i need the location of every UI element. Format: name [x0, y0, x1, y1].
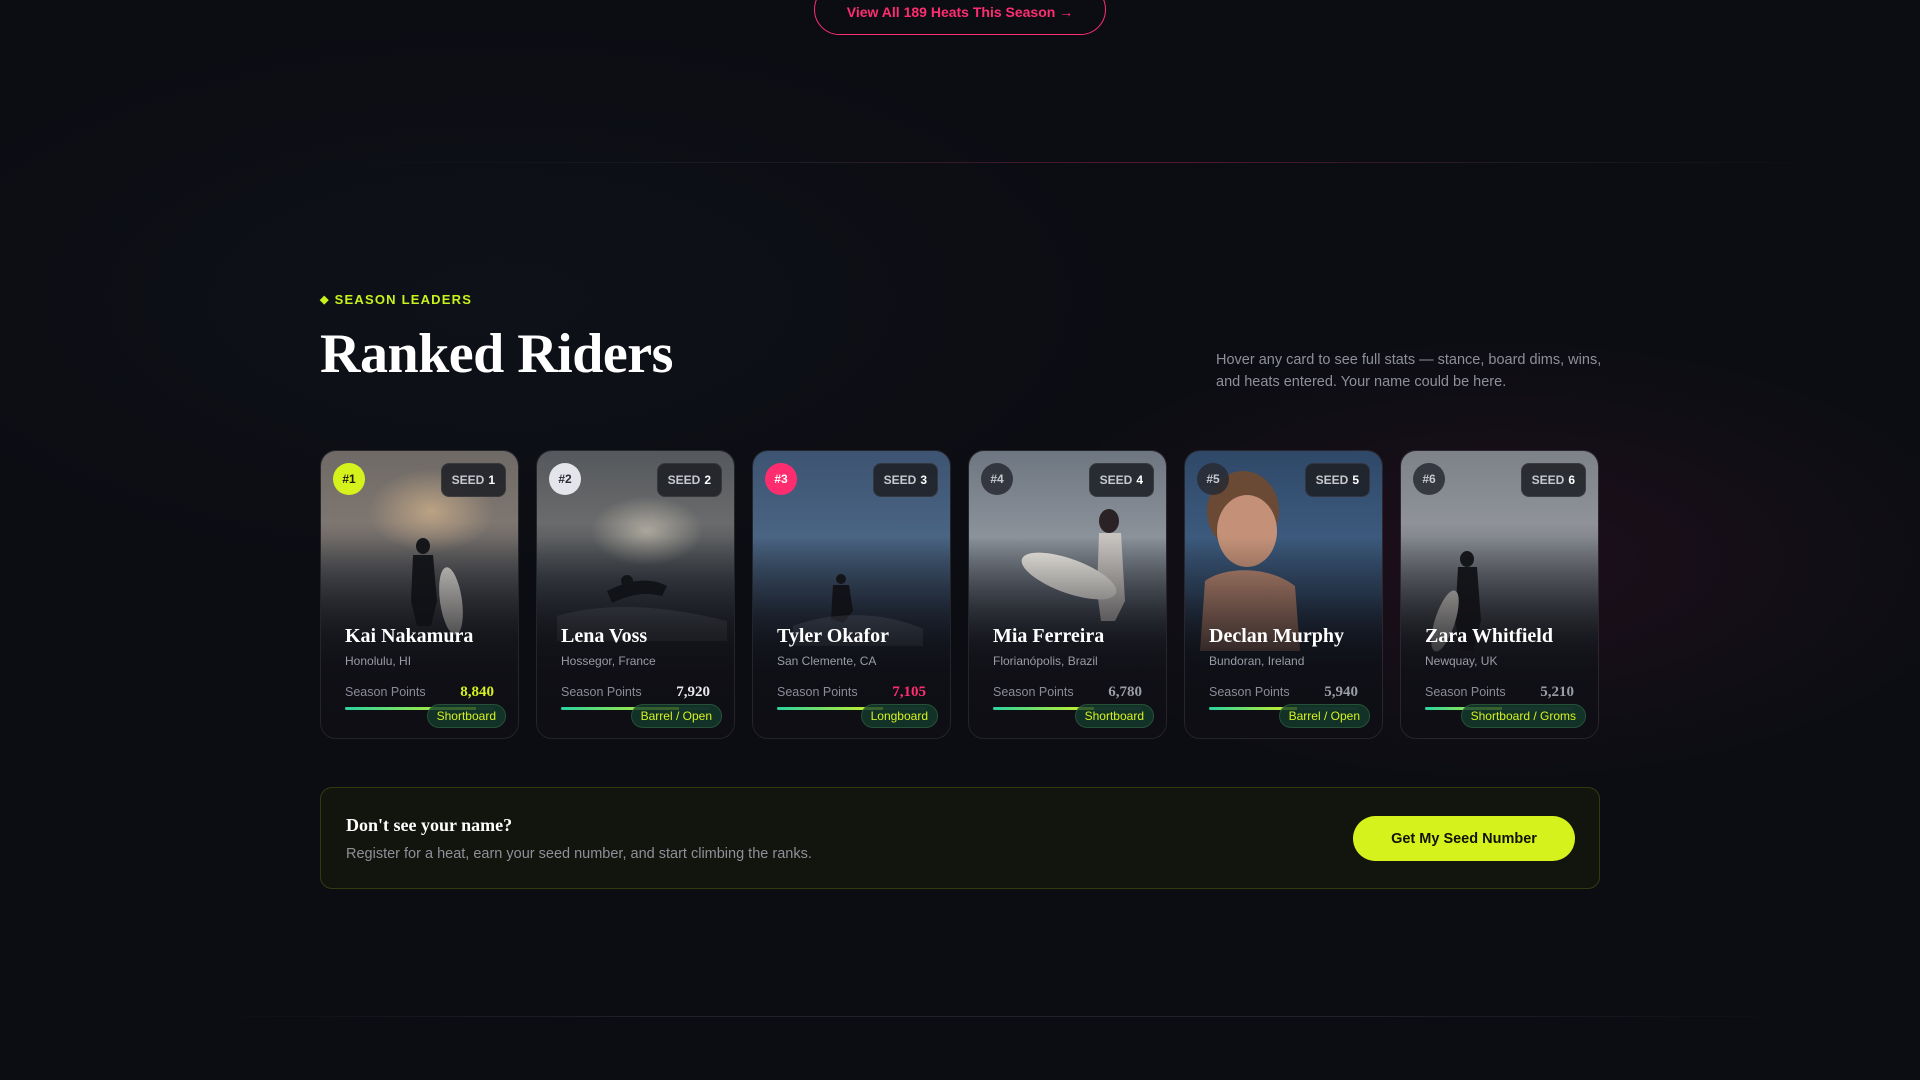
- rider-name: Zara Whitfield: [1425, 625, 1553, 647]
- points-label: Season Points: [777, 685, 858, 699]
- category-tag: Shortboard / Groms: [1460, 704, 1586, 728]
- category-tag: Shortboard: [426, 704, 506, 728]
- seed-badge: SEED 2: [656, 463, 722, 497]
- points-value: 7,105: [892, 684, 926, 700]
- section-eyebrow: ◆ SEASON LEADERS: [320, 292, 472, 307]
- rank-badge: #2: [549, 463, 581, 495]
- points-value: 5,940: [1324, 684, 1358, 700]
- rider-info: Zara Whitfield Newquay, UK Season Points…: [1425, 625, 1586, 710]
- rider-location: Honolulu, HI: [345, 654, 412, 668]
- rider-info: Kai Nakamura Honolulu, HI Season Points …: [345, 625, 506, 710]
- rider-name: Lena Voss: [561, 625, 648, 647]
- seed-badge: SEED 1: [440, 463, 506, 497]
- get-seed-number-button[interactable]: Get My Seed Number: [1353, 816, 1575, 861]
- points-label: Season Points: [993, 685, 1074, 699]
- seed-number: 1: [488, 473, 495, 487]
- points-value: 5,210: [1540, 684, 1574, 700]
- rider-info: Mia Ferreira Florianópolis, Brazil Seaso…: [993, 625, 1154, 710]
- rider-info: Tyler Okafor San Clemente, CA Season Poi…: [777, 625, 938, 710]
- points-label: Season Points: [561, 685, 642, 699]
- rider-name: Mia Ferreira: [993, 625, 1105, 647]
- rider-location: Hossegor, France: [561, 654, 656, 668]
- cta-title: Don't see your name?: [346, 815, 513, 835]
- category-tag: Barrel / Open: [630, 704, 722, 728]
- seed-label: SEED: [883, 473, 917, 487]
- eyebrow-label: SEASON LEADERS: [334, 292, 473, 307]
- rank-badge: #1: [333, 463, 365, 495]
- seed-label: SEED: [1315, 473, 1349, 487]
- rider-card[interactable]: #6 SEED 6 Zara Whitfield Newquay, UK Sea…: [1400, 450, 1599, 739]
- seed-number: 6: [1568, 473, 1575, 487]
- rider-location: Bundoran, Ireland: [1209, 654, 1305, 668]
- rider-location: San Clemente, CA: [777, 654, 877, 668]
- rider-info: Declan Murphy Bundoran, Ireland Season P…: [1209, 625, 1370, 710]
- rider-card[interactable]: #4 SEED 4 Mia Ferreira Florianópolis, Br…: [968, 450, 1167, 739]
- rider-name: Kai Nakamura: [345, 625, 474, 647]
- category-tag: Shortboard: [1074, 704, 1154, 728]
- seed-badge: SEED 6: [1520, 463, 1586, 497]
- diamond-icon: ◆: [320, 294, 330, 306]
- footer-divider: [200, 1016, 1800, 1017]
- rank-badge: #4: [981, 463, 1013, 495]
- rider-card[interactable]: #3 SEED 3 Tyler Okafor San Clemente, CA …: [752, 450, 951, 739]
- view-all-heats-button[interactable]: View All 189 Heats This Season →: [814, 0, 1106, 35]
- seed-number: 4: [1136, 473, 1143, 487]
- rider-name: Declan Murphy: [1209, 625, 1344, 647]
- rider-card[interactable]: #1 SEED 1 Kai Nakamura Honolulu, HI Seas…: [320, 450, 519, 739]
- seed-label: SEED: [1099, 473, 1133, 487]
- register-cta-panel: Don't see your name? Register for a heat…: [320, 787, 1600, 889]
- seed-label: SEED: [667, 473, 701, 487]
- points-label: Season Points: [1209, 685, 1290, 699]
- seed-badge: SEED 3: [872, 463, 938, 497]
- seed-badge: SEED 4: [1088, 463, 1154, 497]
- category-tag: Longboard: [860, 704, 938, 728]
- rider-location: Newquay, UK: [1425, 654, 1498, 668]
- section-divider: [320, 162, 1840, 163]
- points-label: Season Points: [1425, 685, 1506, 699]
- seed-badge: SEED 5: [1304, 463, 1370, 497]
- rider-name: Tyler Okafor: [777, 625, 890, 647]
- rider-info: Lena Voss Hossegor, France Season Points…: [561, 625, 722, 710]
- rank-badge: #6: [1413, 463, 1445, 495]
- rank-badge: #5: [1197, 463, 1229, 495]
- rider-card[interactable]: #5 SEED 5 Declan Murphy Bundoran, Irelan…: [1184, 450, 1383, 739]
- rider-cards: #1 SEED 1 Kai Nakamura Honolulu, HI Seas…: [320, 450, 1599, 739]
- seed-label: SEED: [451, 473, 485, 487]
- seed-label: SEED: [1531, 473, 1565, 487]
- rider-card[interactable]: #2 SEED 2 Lena Voss Hossegor, France Sea…: [536, 450, 735, 739]
- points-value: 8,840: [460, 684, 494, 700]
- cta-subtitle: Register for a heat, earn your seed numb…: [346, 846, 812, 862]
- rank-badge: #3: [765, 463, 797, 495]
- seed-number: 2: [704, 473, 711, 487]
- rider-location: Florianópolis, Brazil: [993, 654, 1098, 668]
- section-title: Ranked Riders: [320, 323, 673, 385]
- points-value: 7,920: [676, 684, 710, 700]
- points-value: 6,780: [1108, 684, 1142, 700]
- seed-number: 3: [920, 473, 927, 487]
- seed-number: 5: [1352, 473, 1359, 487]
- points-label: Season Points: [345, 685, 426, 699]
- view-all-heats-label: View All 189 Heats This Season →: [846, 4, 1074, 20]
- category-tag: Barrel / Open: [1278, 704, 1370, 728]
- section-subtitle: Hover any card to see full stats — stanc…: [1216, 352, 1602, 390]
